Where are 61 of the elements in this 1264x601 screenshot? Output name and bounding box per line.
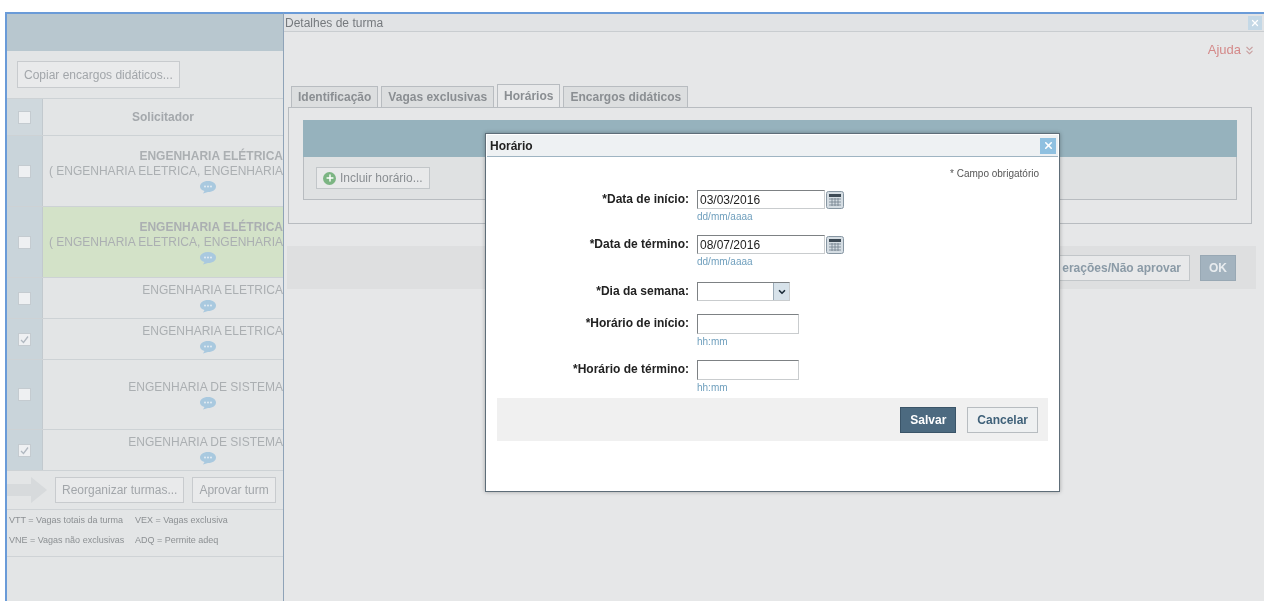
tab[interactable]: Identificação [291,86,379,107]
close-button[interactable] [1040,137,1056,154]
field-label: *Data de início: [601,191,689,208]
tab[interactable]: Horários [497,84,561,107]
date-field[interactable]: 03/03/2016 [697,190,825,209]
field-label: *Horário de término: [572,361,689,378]
comment-icon[interactable] [199,451,217,465]
legend-text: ADQ = Permite adeq [135,534,220,547]
close-icon [1250,17,1260,28]
checkbox[interactable] [18,443,31,457]
legend-text: VEX = Vagas exclusiva [135,514,229,527]
calendar-icon[interactable] [826,235,844,254]
tab[interactable]: Vagas exclusivas [381,86,495,107]
field-label: *Horário de início: [584,315,689,332]
time-field[interactable] [697,314,799,334]
requester-courses: ( ENGENHARIA ELETRICA, ENGENHARIA [48,163,283,179]
requester-name: ENGENHARIA DE SISTEMA [128,379,283,395]
comment-icon[interactable] [199,299,217,313]
window-title: Detalhes de turma [284,14,384,32]
dialog-button[interactable]: Salvar [900,406,957,433]
comment-icon[interactable] [199,179,217,194]
close-icon [1042,140,1054,151]
time-field[interactable] [697,360,799,380]
dropdown-icon [773,283,789,300]
action-button[interactable]: Reorganizar turmas... [55,477,185,503]
legend-text: VTT = Vagas totais da turma [9,514,124,527]
requester-name: ENGENHARIA ELETRICA [142,283,283,298]
required-note: * Campo obrigatório [950,167,1039,181]
help-link[interactable]: Ajuda [1207,42,1256,58]
format-hint: dd/mm/aaaa [697,210,753,223]
calendar-icon[interactable] [826,190,844,209]
date-field[interactable]: 08/07/2016 [697,235,825,254]
copy-button[interactable]: Copiar encargos didáticos... [17,61,180,88]
field-label: *Data de término: [588,236,689,253]
footer-button[interactable]: OK [1200,254,1236,281]
comment-icon[interactable] [199,250,217,265]
format-hint: hh:mm [697,335,728,348]
tab[interactable]: Encargos didáticos [563,86,689,107]
close-button[interactable] [1248,15,1262,30]
checkbox[interactable] [18,164,31,178]
dialog-title: Horário [489,137,533,155]
add-icon [323,171,336,185]
include-schedule-button[interactable]: Incluir horário... [316,167,430,189]
checkbox[interactable] [18,388,31,401]
requester-name: ENGENHARIA DE SISTEMA [128,435,283,450]
dialog-button[interactable]: Cancelar [967,406,1038,433]
requester-name: ENGENHARIA ELETRICA [142,324,283,339]
comment-icon[interactable] [199,395,217,410]
action-button[interactable]: Aprovar turm [192,477,276,503]
format-hint: hh:mm [697,381,728,394]
checkbox[interactable] [18,110,31,124]
column-header[interactable]: Solicitador [43,99,283,135]
weekday-select[interactable] [697,282,790,301]
format-hint: dd/mm/aaaa [697,255,753,268]
checkbox[interactable] [18,235,31,249]
field-label: *Dia da semana: [595,283,689,300]
legend-text: VNE = Vagas não exclusivas [9,534,126,547]
checkbox[interactable] [18,332,31,346]
comment-icon[interactable] [199,340,217,354]
requester-name: ENGENHARIA ELÉTRICA [139,148,283,164]
checkbox[interactable] [18,291,31,305]
